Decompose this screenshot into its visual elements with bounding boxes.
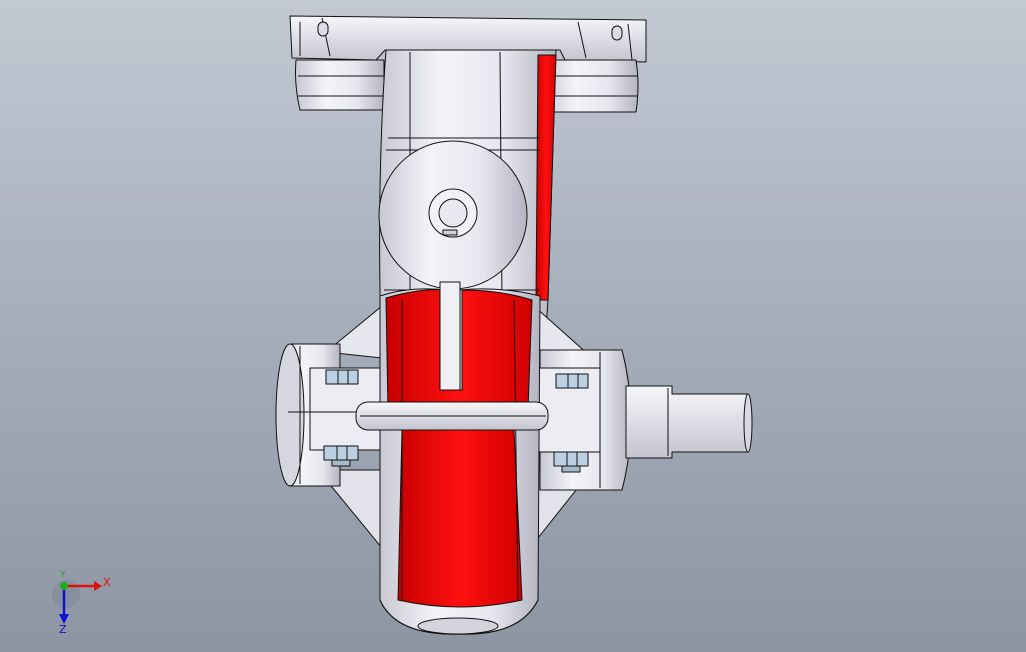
y-axis-origin-icon <box>60 582 68 590</box>
output-shaft <box>625 385 753 459</box>
graphics-viewport[interactable]: X Y Z <box>0 0 1026 652</box>
axle-hub <box>378 140 528 290</box>
bolt-top-left <box>325 369 359 385</box>
z-axis-label: Z <box>59 623 67 636</box>
bolt-top-right <box>555 373 589 389</box>
y-axis-label: Y <box>60 570 66 580</box>
wheel <box>379 281 541 635</box>
plate-bearing-right <box>541 59 639 113</box>
clamp-ring <box>355 401 549 431</box>
right-hub <box>535 349 632 491</box>
caster-wheel-model[interactable] <box>0 0 1026 652</box>
x-axis-label: X <box>103 576 111 589</box>
plate-bearing-left <box>295 59 385 111</box>
reference-triad: X Y Z <box>40 568 130 638</box>
